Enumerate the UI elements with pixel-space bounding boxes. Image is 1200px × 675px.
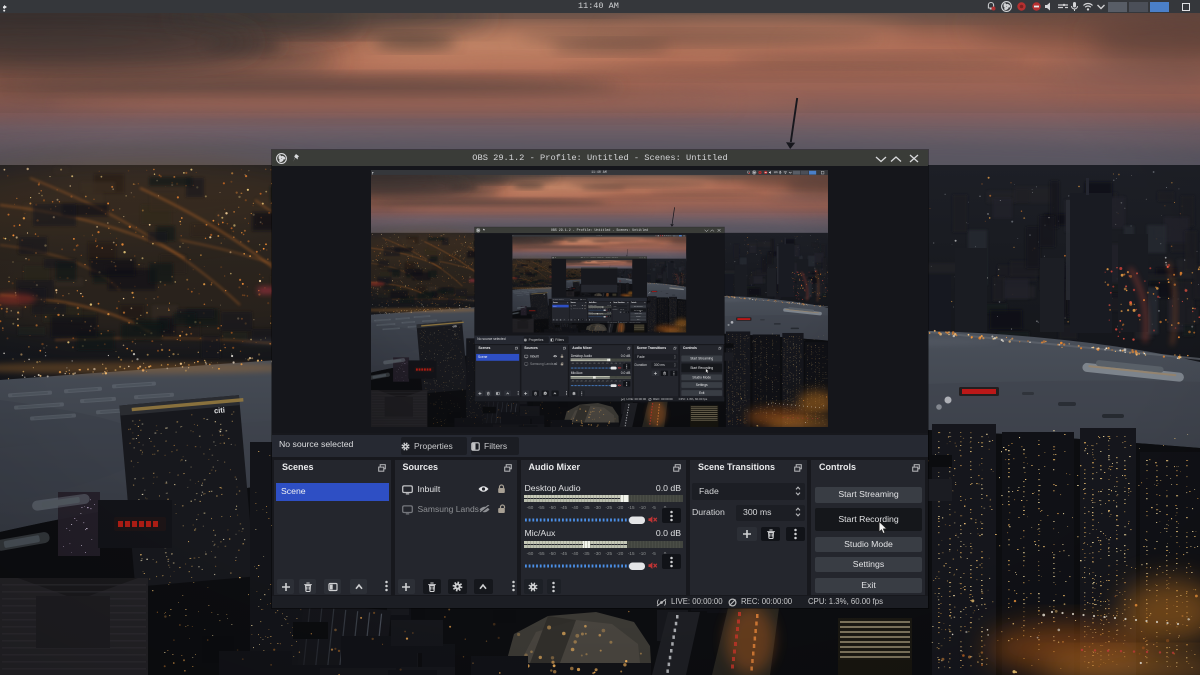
svg-text:-25: -25 <box>605 551 612 556</box>
svg-text:-60: -60 <box>526 551 533 556</box>
svg-text:-40: -40 <box>571 551 578 556</box>
svg-text:-10: -10 <box>639 505 646 510</box>
svg-text:-30: -30 <box>594 551 601 556</box>
svg-text:-55: -55 <box>537 505 544 510</box>
svg-text:-20: -20 <box>616 551 623 556</box>
svg-text:-10: -10 <box>639 551 646 556</box>
svg-text:-35: -35 <box>582 551 589 556</box>
svg-text:-50: -50 <box>549 505 556 510</box>
svg-text:-20: -20 <box>616 505 623 510</box>
svg-text:-30: -30 <box>594 505 601 510</box>
svg-text:-40: -40 <box>571 505 578 510</box>
svg-text:-45: -45 <box>560 551 567 556</box>
svg-text:-60: -60 <box>526 505 533 510</box>
svg-text:-5: -5 <box>651 505 656 510</box>
svg-text:-35: -35 <box>582 505 589 510</box>
svg-text:-25: -25 <box>605 505 612 510</box>
svg-text:-15: -15 <box>627 551 634 556</box>
svg-text:-15: -15 <box>627 505 634 510</box>
svg-text:-50: -50 <box>549 551 556 556</box>
svg-text:-55: -55 <box>537 551 544 556</box>
svg-text:-5: -5 <box>651 551 656 556</box>
svg-text:-45: -45 <box>560 505 567 510</box>
